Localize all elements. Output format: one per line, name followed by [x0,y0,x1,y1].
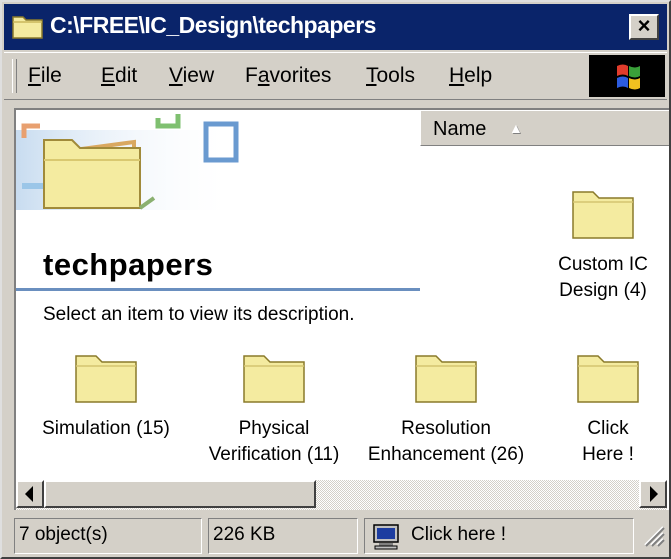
explorer-window: C:\FREE\IC_Design\techpapers × File Edit… [0,0,671,559]
menu-file[interactable]: File [28,64,62,88]
menu-grip[interactable] [12,59,17,93]
menu-tools[interactable]: Tools [366,64,415,88]
folder-content-pane: techpapers Select an item to view its de… [14,108,669,510]
folder-icon [75,355,137,403]
folder-icon [415,355,477,403]
arrow-right-icon [650,486,658,502]
windows-logo-icon [589,55,665,97]
folder-item-physical-verification[interactable]: Physical Verification (11) [194,350,354,468]
status-zone[interactable]: Click here ! [364,518,634,554]
status-bar: 7 object(s) 226 KB Click here ! [4,518,667,556]
title-divider [16,288,420,291]
folder-icon [12,13,44,44]
folder-item-simulation[interactable]: Simulation (15) [26,350,186,442]
folder-icon [572,191,634,239]
menu-help[interactable]: Help [449,64,492,88]
status-object-count: 7 object(s) [14,518,202,554]
computer-icon [371,523,401,557]
folder-item-label: Click Here ! [582,418,634,465]
name-column-label: Name [433,118,487,140]
menu-edit[interactable]: Edit [101,64,137,88]
folder-item-resolution-enhancement[interactable]: Resolution Enhancement (26) [356,350,536,468]
resize-grip-icon[interactable] [641,523,665,552]
folder-icon [243,355,305,403]
horizontal-scrollbar[interactable] [16,480,667,510]
folder-item-label: Physical Verification (11) [208,418,340,465]
menu-favorites[interactable]: Favorites [245,64,331,88]
folder-description: Select an item to view its description. [43,304,355,325]
status-zone-label: Click here ! [411,524,507,545]
title-bar[interactable]: C:\FREE\IC_Design\techpapers × [4,4,667,50]
scroll-right-button[interactable] [639,480,667,508]
arrow-left-icon [25,486,33,502]
scrollbar-thumb[interactable] [44,480,316,508]
folder-item-label: Simulation (15) [42,418,170,439]
menu-view[interactable]: View [169,64,214,88]
name-column-header[interactable]: Name ▲ [420,110,669,146]
close-button[interactable]: × [629,14,659,40]
folder-item-label: Resolution Enhancement (26) [367,418,525,465]
folder-item-label: Custom IC Design (4) [558,254,648,301]
sort-ascending-icon: ▲ [509,120,523,136]
window-title: C:\FREE\IC_Design\techpapers [50,12,376,38]
status-size: 226 KB [208,518,358,554]
folder-icon [577,355,639,403]
folder-item-custom-ic-design[interactable]: Custom IC Design (4) [536,186,669,304]
menu-bar: File Edit View Favorites Tools Help [4,52,667,100]
folder-title: techpapers [43,247,214,282]
folder-item-click-here[interactable]: Click Here ! [558,350,658,468]
scroll-left-button[interactable] [16,480,44,508]
folder-banner-graphic [16,110,420,251]
